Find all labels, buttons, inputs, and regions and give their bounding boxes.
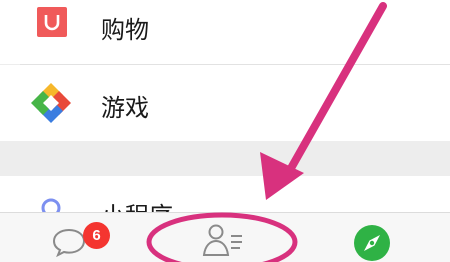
annotation-arrow-icon (146, 2, 387, 262)
